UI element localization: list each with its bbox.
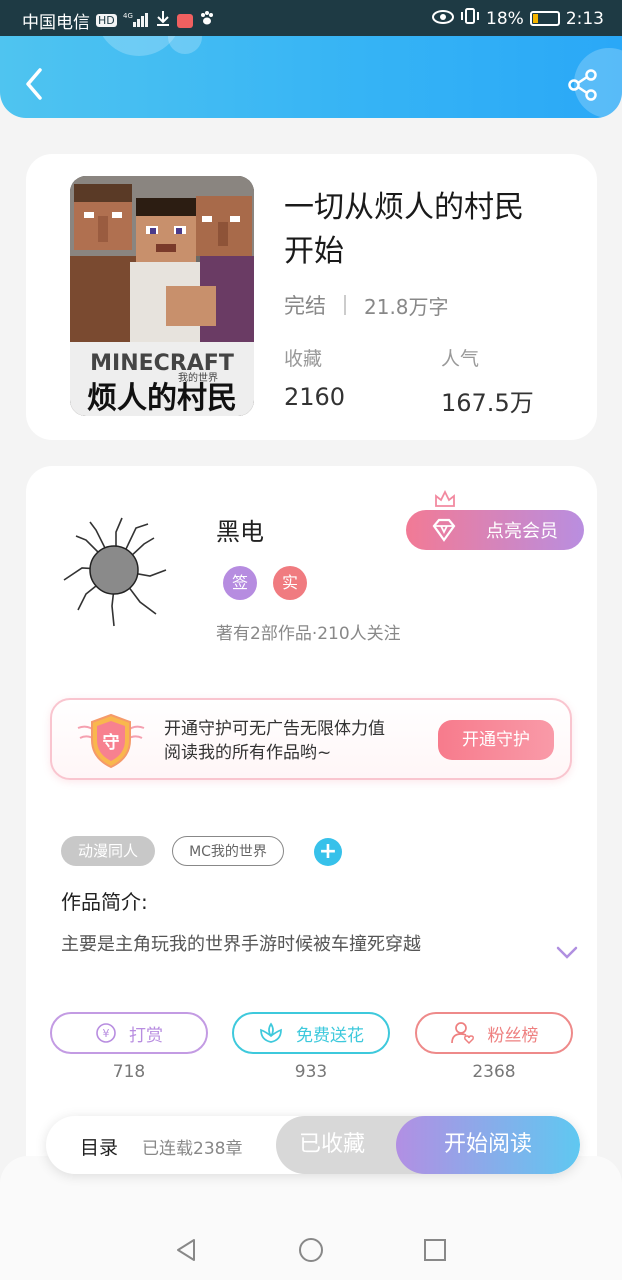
fan-ranking-label: 粉丝榜 [487, 1025, 539, 1046]
reward-button[interactable]: ¥ 打赏 [50, 1012, 208, 1054]
fan-ranking-button[interactable]: 粉丝榜 [415, 1012, 573, 1054]
nav-recents-icon[interactable] [421, 1236, 449, 1264]
author-info: 著有2部作品·210人关注 [216, 624, 401, 644]
chevron-down-icon[interactable] [556, 946, 578, 960]
fan-user-icon [450, 1022, 474, 1045]
eye-icon [432, 9, 455, 29]
favorites-label: 收藏 [284, 348, 323, 370]
favorited-label: 已收藏 [298, 1132, 365, 1157]
battery-percent: 18% [486, 8, 524, 29]
tag-item[interactable]: MC我的世界 [172, 836, 284, 866]
flower-count: 933 [294, 1062, 328, 1082]
send-flower-button[interactable]: 免费送花 [232, 1012, 390, 1054]
bottom-action-bar: 目录 已连载238章 已收藏 开始阅读 [46, 1116, 580, 1174]
nav-back-icon[interactable] [172, 1236, 200, 1264]
chapter-count: 已连载238章 [142, 1139, 243, 1159]
carrier-label: 中国电信 [22, 13, 90, 33]
cover-illustration: MINECRAFT 我的世界 烦人的村民 [70, 176, 254, 416]
share-icon [568, 69, 597, 101]
intro-text: 主要是主角玩我的世界手游时候被车撞死穿越 [61, 934, 421, 955]
guard-text-line: 阅读我的所有作品哟~ [164, 743, 332, 763]
author-avatar[interactable] [56, 510, 176, 630]
word-count: 21.8万字 [364, 294, 449, 319]
diamond-icon [432, 518, 456, 542]
fan-count: 2368 [472, 1062, 516, 1082]
tag-item[interactable]: 动漫同人 [61, 836, 155, 866]
app-notification-icon [176, 13, 193, 28]
guard-text-line: 开通守护可无广告无限体力值 [164, 719, 385, 739]
crown-icon [435, 490, 455, 507]
vibrate-icon [460, 8, 480, 29]
system-nav-bar [0, 1214, 622, 1280]
guard-banner: 守 开通守护可无广告无限体力值 阅读我的所有作品哟~ 开通守护 [50, 698, 572, 780]
header: 中国电信 HD 4G 18% 2:13 [0, 0, 622, 118]
status-bar: 中国电信 HD 4G 18% 2:13 [0, 0, 622, 36]
chevron-left-icon [26, 68, 42, 100]
open-guard-button[interactable]: 开通守护 [438, 720, 554, 760]
book-title-line: 一切从烦人的村民 [284, 190, 524, 225]
back-button[interactable] [20, 66, 50, 102]
guard-shield-char: 守 [103, 732, 120, 753]
download-icon [155, 10, 171, 31]
popularity-stat: 人气 167.5万 [441, 344, 534, 418]
book-info-card: MINECRAFT 我的世界 烦人的村民 一切从烦人的村民 开始 完结 21.8… [26, 154, 597, 440]
add-tag-button[interactable]: + [314, 838, 342, 866]
intro-title: 作品简介: [61, 890, 148, 914]
share-button[interactable] [566, 68, 600, 102]
book-title-line: 开始 [284, 234, 344, 269]
vip-button[interactable]: 点亮会员 [406, 490, 584, 550]
book-title: 一切从烦人的村民 开始 [284, 186, 564, 274]
favorites-stat: 收藏 2160 [284, 344, 345, 411]
author-name[interactable]: 黑电 [216, 512, 264, 547]
cover-caption-text: 烦人的村民 [87, 381, 237, 416]
guard-text: 开通守护可无广告无限体力值 阅读我的所有作品哟~ [164, 717, 385, 765]
reward-label: 打赏 [129, 1025, 163, 1046]
svg-text:4G: 4G [123, 12, 133, 20]
nav-home-icon[interactable] [297, 1236, 325, 1264]
signal-icon: 4G [123, 11, 149, 31]
reward-count: 718 [112, 1062, 146, 1082]
start-reading-button[interactable]: 开始阅读 [396, 1116, 580, 1174]
book-meta: 完结 21.8万字 [284, 290, 449, 320]
spider-avatar-icon [63, 517, 167, 627]
toc-button[interactable]: 目录 [80, 1133, 118, 1160]
book-cover[interactable]: MINECRAFT 我的世界 烦人的村民 [70, 176, 254, 416]
clock: 2:13 [565, 8, 604, 29]
popularity-value: 167.5万 [441, 389, 534, 417]
book-status: 完结 [284, 294, 326, 318]
flower-icon [260, 1022, 282, 1043]
vip-button-label: 点亮会员 [486, 521, 558, 542]
popularity-label: 人气 [441, 348, 480, 370]
paw-icon [199, 10, 215, 31]
signed-badge: 签 [223, 566, 257, 600]
guard-shield-icon: 守 [77, 713, 145, 769]
hd-icon: HD [96, 14, 117, 27]
battery-icon [529, 11, 560, 26]
send-flower-label: 免费送花 [296, 1025, 364, 1046]
yen-symbol: ¥ [103, 1027, 110, 1040]
yen-coin-icon: ¥ [96, 1023, 116, 1043]
favorites-value: 2160 [284, 383, 346, 411]
verified-badge: 实 [273, 566, 307, 600]
meta-divider [344, 295, 346, 315]
